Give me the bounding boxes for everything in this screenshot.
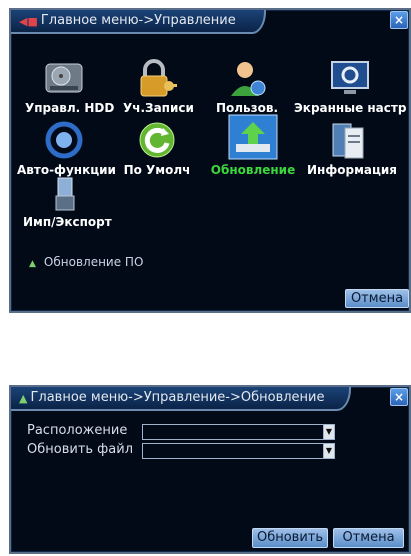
- update-button[interactable]: Обновить: [252, 528, 328, 548]
- menu-item-info[interactable]: Информация: [307, 120, 397, 177]
- menu-item-label: Имп/Экспорт: [23, 215, 112, 229]
- title-tab: ▲ Главное меню->Управление->Обновление: [11, 387, 351, 411]
- menu-item-import-export[interactable]: Имп/Экспорт: [23, 176, 112, 229]
- lock-key-icon: [135, 58, 179, 98]
- close-icon: ×: [393, 390, 405, 404]
- menu-item-upgrade[interactable]: Обновление: [207, 114, 299, 177]
- status-text: Обновление ПО: [43, 255, 144, 269]
- reset-default-icon: [135, 120, 179, 160]
- menu-item-label: Информация: [307, 163, 397, 177]
- auto-function-icon: [42, 120, 86, 160]
- location-select[interactable]: ▼: [142, 424, 335, 440]
- chevron-down-icon[interactable]: ▼: [323, 444, 334, 458]
- menu-item-label: Управл. HDD: [25, 101, 115, 115]
- close-button[interactable]: ×: [390, 11, 408, 29]
- title-bar: ▲ Главное меню->Управление->Обновление ×: [11, 387, 409, 411]
- hdd-icon: [42, 58, 86, 98]
- menu-item-hdd[interactable]: Управл. HDD: [25, 58, 115, 115]
- user-icon: [225, 58, 269, 98]
- upgrade-icon: [228, 114, 278, 160]
- usb-import-export-icon: [43, 176, 87, 212]
- menu-item-label: Уч.Записи: [123, 101, 194, 115]
- title-tab: ◀■ Главное меню->Управление: [11, 10, 266, 34]
- upgrade-dialog: ▲ Главное меню->Управление->Обновление × …: [9, 385, 411, 554]
- status-line: ▲ Обновление ПО: [29, 255, 143, 269]
- menu-item-users[interactable]: Пользов.: [207, 58, 287, 115]
- menu-arrow-icon: ◀■: [19, 15, 38, 28]
- cancel-button[interactable]: Отмена: [333, 528, 404, 548]
- menu-item-label: По Умолч: [123, 163, 191, 177]
- menu-item-label: Авто-функции: [17, 163, 116, 177]
- menu-item-display[interactable]: Экранные настр: [294, 58, 406, 115]
- upgrade-arrow-icon: ▲: [19, 392, 28, 405]
- info-icon: [327, 120, 371, 160]
- file-label: Обновить файл: [27, 442, 134, 457]
- dialog-title: Главное меню->Управление->Обновление: [30, 390, 325, 405]
- cancel-button[interactable]: Отмена: [345, 289, 409, 308]
- menu-item-records[interactable]: Уч.Записи: [123, 58, 194, 115]
- file-select[interactable]: ▼: [142, 443, 335, 459]
- management-menu-dialog: ◀■ Главное меню->Управление × Управл. HDD…: [9, 8, 411, 313]
- close-button[interactable]: ×: [390, 388, 408, 406]
- menu-item-label: Пользов.: [215, 101, 279, 115]
- status-arrow-icon: ▲: [29, 259, 36, 269]
- location-label: Расположение: [27, 423, 128, 438]
- chevron-down-icon[interactable]: ▼: [323, 425, 334, 439]
- menu-item-auto-functions[interactable]: Авто-функции: [17, 120, 116, 177]
- menu-item-label: Экранные настр: [294, 101, 407, 115]
- menu-item-defaults[interactable]: По Умолч: [123, 120, 191, 177]
- dialog-title: Главное меню->Управление: [40, 13, 236, 28]
- close-icon: ×: [393, 13, 405, 27]
- title-bar: ◀■ Главное меню->Управление ×: [11, 10, 409, 34]
- display-settings-icon: [328, 58, 372, 98]
- menu-item-label-selected: Обновление: [210, 163, 296, 177]
